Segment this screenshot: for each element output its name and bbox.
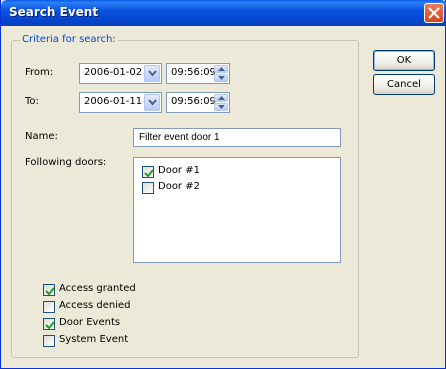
- doors-list[interactable]: Door #1 Door #2: [133, 157, 341, 263]
- check-icon: [45, 321, 55, 330]
- to-date-value: 2006-01-11: [84, 96, 143, 107]
- arrow-down-icon: [218, 105, 225, 109]
- arrow-up-icon: [218, 96, 225, 100]
- access-denied-checkbox[interactable]: [43, 301, 55, 313]
- access-denied-label: Access denied: [59, 300, 131, 311]
- window-title: Search Event: [9, 5, 99, 19]
- arrow-up-icon: [218, 67, 225, 71]
- close-button[interactable]: [424, 3, 444, 23]
- from-time-value: 09:56:09: [171, 67, 216, 78]
- search-event-dialog: Search Event Criteria for search: From: …: [0, 0, 446, 369]
- to-time-value: 09:56:09: [171, 96, 216, 107]
- to-label: To:: [25, 96, 39, 107]
- from-time-spinner[interactable]: [214, 65, 228, 82]
- system-event-checkbox[interactable]: [43, 335, 55, 347]
- door-events-label: Door Events: [59, 317, 121, 328]
- cancel-button[interactable]: Cancel: [373, 74, 435, 95]
- system-event-label: System Event: [59, 334, 129, 345]
- access-granted-checkbox[interactable]: [43, 284, 55, 296]
- door-2-label: Door #2: [158, 181, 200, 192]
- to-time-spinner[interactable]: [214, 94, 228, 111]
- following-doors-label: Following doors:: [25, 157, 107, 168]
- criteria-legend: Criteria for search:: [20, 34, 118, 45]
- title-bar[interactable]: Search Event: [1, 0, 446, 26]
- from-time-up-button[interactable]: [214, 65, 228, 73]
- door-1-checkbox[interactable]: [142, 166, 154, 178]
- chevron-down-icon: [148, 99, 157, 106]
- check-icon: [45, 287, 55, 296]
- access-granted-label: Access granted: [59, 283, 136, 294]
- from-time-down-button[interactable]: [214, 74, 228, 82]
- door-1-label: Door #1: [158, 165, 200, 176]
- from-date-dropdown-button[interactable]: [144, 65, 160, 82]
- from-label: From:: [25, 67, 54, 78]
- check-icon: [144, 169, 154, 178]
- to-time-field[interactable]: 09:56:09: [166, 92, 230, 113]
- from-date-picker[interactable]: 2006-01-02: [79, 63, 162, 84]
- name-input[interactable]: [133, 128, 341, 147]
- chevron-down-icon: [148, 70, 157, 77]
- close-icon: [428, 7, 440, 19]
- from-time-field[interactable]: 09:56:09: [166, 63, 230, 84]
- to-time-up-button[interactable]: [214, 94, 228, 102]
- to-date-dropdown-button[interactable]: [144, 94, 160, 111]
- name-label: Name:: [25, 131, 58, 142]
- to-date-picker[interactable]: 2006-01-11: [79, 92, 162, 113]
- ok-button[interactable]: OK: [373, 50, 435, 71]
- door-2-checkbox[interactable]: [142, 182, 154, 194]
- door-events-checkbox[interactable]: [43, 318, 55, 330]
- arrow-down-icon: [218, 76, 225, 80]
- to-time-down-button[interactable]: [214, 103, 228, 111]
- from-date-value: 2006-01-02: [84, 67, 143, 78]
